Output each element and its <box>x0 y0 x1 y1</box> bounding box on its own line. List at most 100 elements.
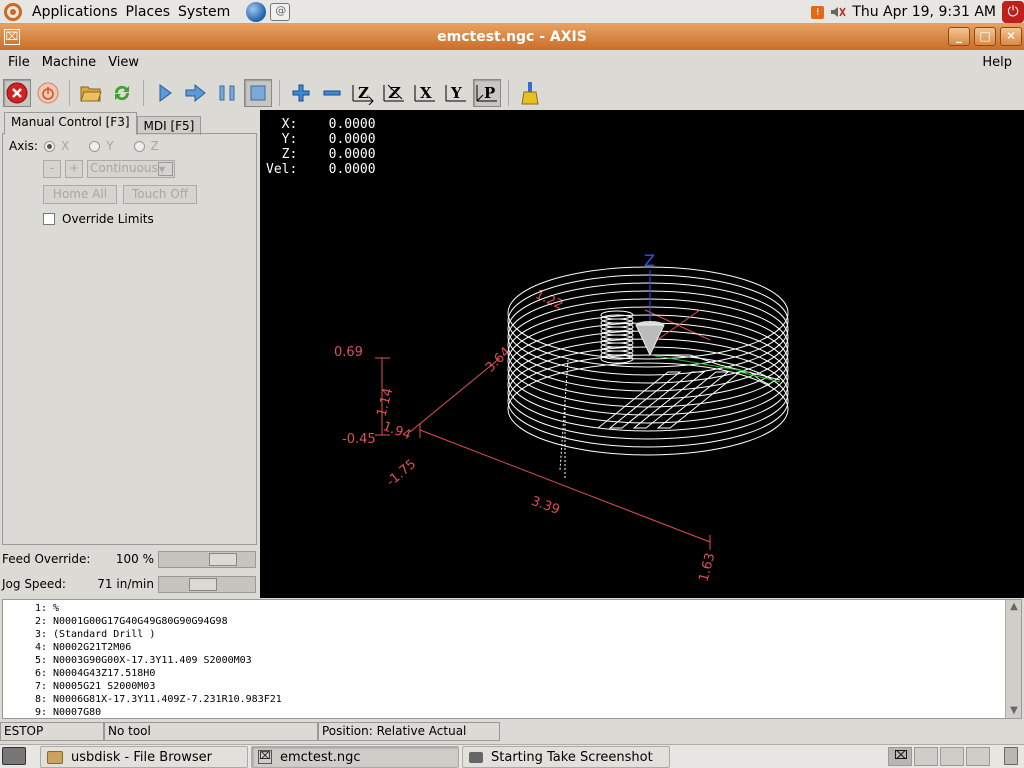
folder-icon <box>47 750 63 764</box>
scroll-down-icon[interactable]: ▼ <box>1007 704 1021 718</box>
brush-icon <box>521 82 539 105</box>
view-y-icon: Y <box>445 84 466 102</box>
gcode-line[interactable]: 2: N0001G00G17G40G49G80G90G94G98 <box>3 615 228 628</box>
gcode-line[interactable]: 3: (Standard Drill ) <box>3 628 155 641</box>
show-desktop-icon[interactable] <box>2 747 26 765</box>
estop-button[interactable] <box>3 79 31 107</box>
power-icon[interactable]: ⏻ <box>1002 1 1024 23</box>
gcode-scrollbar[interactable]: ▲ ▼ <box>1005 600 1021 718</box>
pocket-ring <box>507 346 789 440</box>
workspace-1[interactable]: ⌧ <box>888 747 912 766</box>
jog-speed-slider[interactable] <box>158 575 256 593</box>
axis-z-radio[interactable] <box>133 140 145 152</box>
gcode-line-text: N0005G21 S2000M03 <box>53 681 156 692</box>
gcode-line[interactable]: 9: N0007G80 <box>3 706 102 718</box>
view-z-button[interactable]: Z <box>349 79 377 107</box>
view-x-icon: X <box>414 84 435 102</box>
status-bar: ESTOP No tool Position: Relative Actual <box>0 721 1024 743</box>
gcode-line-text: N0002G21T2M06 <box>53 642 132 653</box>
feed-override-label: Feed Override: <box>2 552 91 566</box>
machine-power-button[interactable] <box>34 79 62 107</box>
clock[interactable]: Thu Apr 19, 9:31 AM <box>852 4 996 20</box>
override-limits-label: Override Limits <box>62 212 154 226</box>
open-file-button[interactable] <box>77 79 105 107</box>
view-x-button[interactable]: X <box>411 79 439 107</box>
view-z2-button[interactable]: Z <box>380 79 408 107</box>
task-screenshot[interactable]: Starting Take Screenshot <box>462 746 670 768</box>
zoom-in-button[interactable] <box>287 79 315 107</box>
menu-file[interactable]: File <box>2 55 36 70</box>
jog-speed-handle[interactable] <box>189 577 217 591</box>
tab-manual-control[interactable]: Manual Control [F3] <box>4 112 137 135</box>
window-titlebar[interactable]: ⌧ emctest.ngc - AXIS _ □ ✕ <box>0 24 1024 50</box>
window-title: emctest.ngc - AXIS <box>437 29 587 45</box>
jog-minus-button[interactable]: - <box>43 160 61 178</box>
override-limits-checkbox[interactable] <box>43 213 55 225</box>
extent-label: 0.69 <box>334 345 363 360</box>
task-label: usbdisk - File Browser <box>71 749 212 765</box>
menu-view[interactable]: View <box>102 55 145 70</box>
manual-control-panel: Axis: X Y Z - + Continuous ▼ Home All To… <box>2 133 257 545</box>
home-all-button[interactable]: Home All <box>43 185 117 204</box>
gcode-line[interactable]: 7: N0005G21 S2000M03 <box>3 680 155 693</box>
applications-menu[interactable]: Applications <box>28 4 122 20</box>
touch-off-button[interactable]: Touch Off <box>123 185 197 204</box>
extents-lines <box>375 309 711 550</box>
gcode-line[interactable]: 1:% <box>3 602 59 615</box>
close-button[interactable]: ✕ <box>1000 27 1022 46</box>
reload-button[interactable] <box>108 79 136 107</box>
menu-machine[interactable]: Machine <box>36 55 102 70</box>
view-y-button[interactable]: Y <box>442 79 470 107</box>
extent-label: 3.39 <box>529 494 561 518</box>
update-notifier-icon[interactable]: ! <box>811 5 825 19</box>
zoom-out-icon <box>323 90 341 96</box>
jog-plus-button[interactable]: + <box>65 160 83 178</box>
rapid-move-path <box>559 359 569 480</box>
view-p-button[interactable]: P <box>473 79 501 107</box>
ubuntu-logo-icon[interactable] <box>4 2 22 21</box>
reload-icon <box>114 85 130 101</box>
places-menu[interactable]: Places <box>122 4 175 20</box>
stop-icon <box>250 85 266 101</box>
clear-plot-button[interactable] <box>516 79 544 107</box>
gcode-line[interactable]: 8: N0006G81X-17.3Y11.409Z-7.231R10.983F21 <box>3 693 282 706</box>
stop-button[interactable] <box>244 79 272 107</box>
step-button[interactable] <box>182 79 210 107</box>
task-file-browser[interactable]: usbdisk - File Browser <box>40 746 248 768</box>
toolpath-preview[interactable]: X: 0.0000 Y: 0.0000 Z: 0.0000 Vel: 0.000… <box>260 110 1024 598</box>
gcode-line[interactable]: 4: N0002G21T2M06 <box>3 641 131 654</box>
task-label: emctest.ngc <box>280 749 361 765</box>
menu-help[interactable]: Help <box>976 55 1018 70</box>
workspace-4[interactable] <box>966 747 990 766</box>
workspace-3[interactable] <box>940 747 964 766</box>
gcode-listing[interactable]: 1:% 2: N0001G00G17G40G49G80G90G94G98 3: (Sta… <box>2 599 1022 719</box>
workspace-2[interactable] <box>914 747 938 766</box>
system-menu[interactable]: System <box>174 4 234 20</box>
run-button[interactable] <box>151 79 179 107</box>
jog-mode-select[interactable]: Continuous ▼ <box>87 160 175 178</box>
minimize-button[interactable]: _ <box>948 27 970 46</box>
axis-app-icon[interactable]: ⌧ <box>4 29 20 45</box>
axis-y-label: Y <box>106 139 114 153</box>
feed-override-handle[interactable] <box>209 552 237 566</box>
gcode-line-text: N0007G80 <box>53 707 102 718</box>
power-toggle-icon <box>37 82 59 104</box>
mail-client-icon[interactable] <box>270 2 291 21</box>
axis-x-radio[interactable] <box>43 140 55 152</box>
maximize-button[interactable]: □ <box>974 27 996 46</box>
gcode-line[interactable]: 6: N0004G43Z17.518H0 <box>3 667 155 680</box>
feed-override-slider[interactable] <box>158 550 256 568</box>
gcode-line-number: 5: <box>34 655 47 666</box>
volume-icon[interactable] <box>830 5 846 19</box>
pause-button[interactable] <box>213 79 241 107</box>
axis-y-radio[interactable] <box>89 140 101 152</box>
task-emctest[interactable]: ⌧ emctest.ngc <box>251 746 459 768</box>
gcode-line-text: N0001G00G17G40G49G80G90G94G98 <box>53 616 228 627</box>
zoom-out-button[interactable] <box>318 79 346 107</box>
trash-icon[interactable] <box>1004 747 1018 765</box>
scroll-up-icon[interactable]: ▲ <box>1007 600 1021 614</box>
axis-app-icon: ⌧ <box>258 750 272 764</box>
control-tabs: Manual Control [F3] MDI [F5] <box>4 112 202 135</box>
gcode-line[interactable]: 5: N0003G90G00X-17.3Y11.409 S2000M03 <box>3 654 252 667</box>
web-browser-icon[interactable] <box>246 1 267 22</box>
